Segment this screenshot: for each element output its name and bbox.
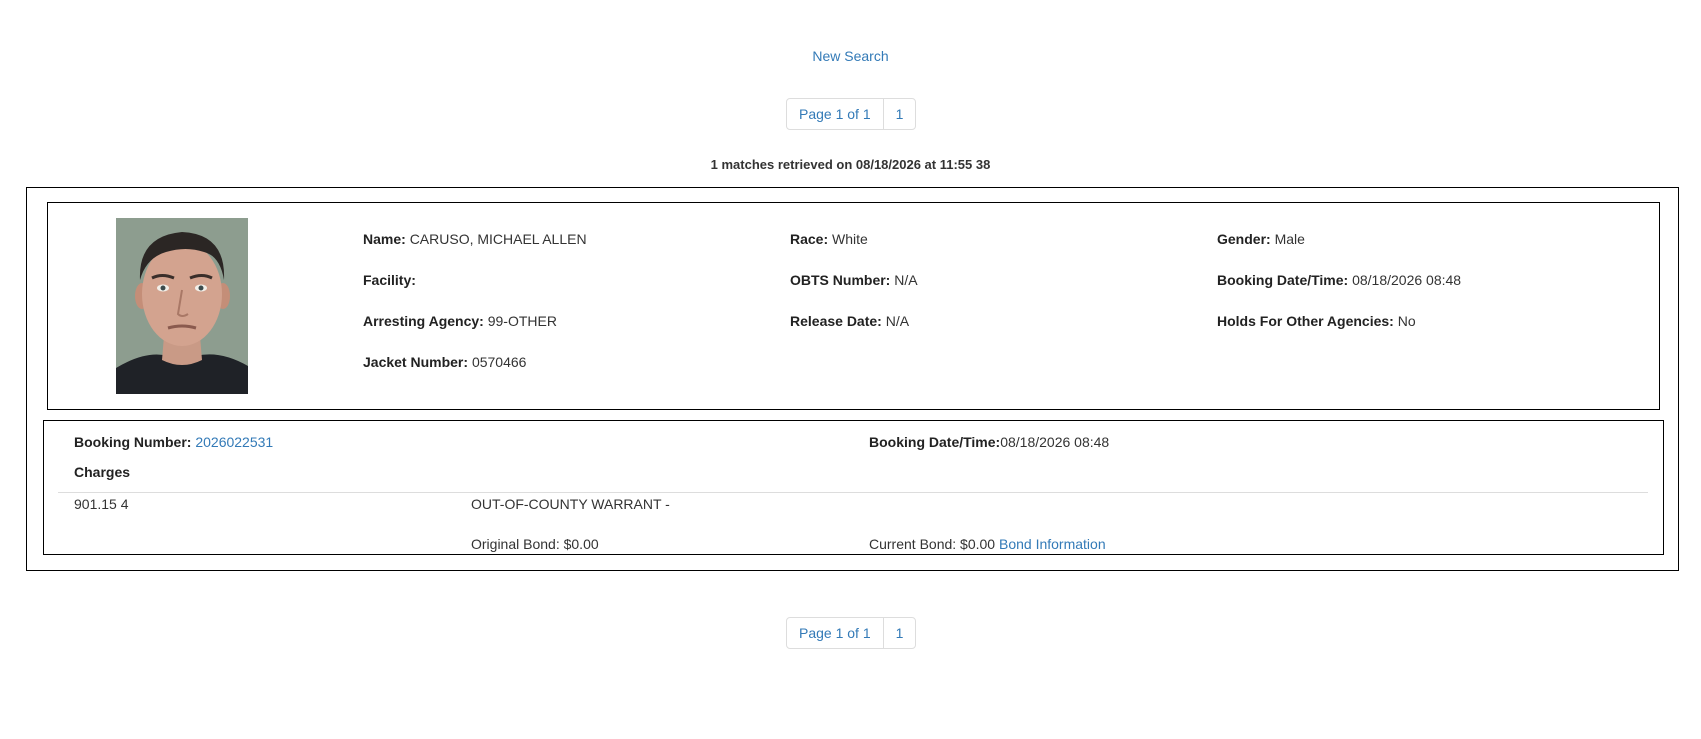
race-field: Race: White — [790, 231, 868, 247]
pagination-top: Page 1 of 1 1 — [786, 98, 917, 130]
page-indicator-bottom[interactable]: Page 1 of 1 — [787, 618, 883, 648]
original-bond: Original Bond: $0.00 — [471, 536, 599, 552]
facility-field: Facility: — [363, 272, 416, 288]
booking-number-field: Booking Number: 2026022531 — [74, 434, 273, 450]
name-field: Name: CARUSO, MICHAEL ALLEN — [363, 231, 587, 247]
name-label: Name: — [363, 231, 406, 247]
jacket-number-value: 0570466 — [471, 354, 527, 370]
booking-datetime-field: Booking Date/Time: 08/18/2026 08:48 — [1217, 272, 1461, 288]
arresting-agency-label: Arresting Agency: — [363, 313, 484, 329]
holds-label: Holds For Other Agencies: — [1217, 313, 1394, 329]
booking-datetime-value: 08/18/2026 08:48 — [1352, 272, 1462, 288]
page-indicator[interactable]: Page 1 of 1 — [787, 99, 883, 129]
obts-field: OBTS Number: N/A — [790, 272, 918, 288]
pagination-bottom: Page 1 of 1 1 — [786, 617, 917, 649]
facility-label: Facility: — [363, 272, 416, 288]
page-1-link-bottom[interactable]: 1 — [882, 618, 916, 648]
current-bond-row: Current Bond: $0.00 Bond Information — [869, 536, 1106, 552]
gender-value: Male — [1274, 231, 1305, 247]
booking-datetime-label: Booking Date/Time: — [1217, 272, 1349, 288]
booking-number-link[interactable]: 2026022531 — [195, 434, 273, 450]
booking-panel — [43, 420, 1664, 555]
name-value: CARUSO, MICHAEL ALLEN — [409, 231, 587, 247]
jacket-number-field: Jacket Number: 0570466 — [363, 354, 526, 370]
charge-description: OUT-OF-COUNTY WARRANT - — [471, 496, 670, 512]
new-search-link[interactable]: New Search — [812, 48, 888, 64]
charge-statute: 901.15 4 — [74, 496, 129, 512]
gender-field: Gender: Male — [1217, 231, 1305, 247]
holds-field: Holds For Other Agencies: No — [1217, 313, 1416, 329]
matches-summary: 1 matches retrieved on 08/18/2026 at 11:… — [710, 157, 991, 172]
charges-heading: Charges — [74, 464, 131, 480]
arresting-agency-field: Arresting Agency: 99-OTHER — [363, 313, 557, 329]
booking-panel-datetime-value: 08/18/2026 08:48 — [1000, 434, 1110, 450]
booking-panel-datetime-label: Booking Date/Time: — [869, 434, 1001, 450]
bond-information-link[interactable]: Bond Information — [999, 536, 1106, 552]
page-1-link[interactable]: 1 — [882, 99, 916, 129]
current-bond: Current Bond: $0.00 — [869, 536, 996, 552]
obts-value: N/A — [894, 272, 918, 288]
new-search-container: New Search — [0, 48, 1701, 64]
booking-number-label: Booking Number: — [74, 434, 192, 450]
inmate-photo — [116, 218, 248, 394]
release-date-value: N/A — [885, 313, 910, 329]
gender-label: Gender: — [1217, 231, 1271, 247]
release-date-label: Release Date: — [790, 313, 882, 329]
jacket-number-label: Jacket Number: — [363, 354, 469, 370]
race-label: Race: — [790, 231, 829, 247]
race-value: White — [832, 231, 868, 247]
arresting-agency-value: 99-OTHER — [487, 313, 557, 329]
booking-panel-datetime-field: Booking Date/Time:08/18/2026 08:48 — [869, 434, 1109, 450]
charges-divider — [58, 492, 1648, 493]
release-date-field: Release Date: N/A — [790, 313, 909, 329]
holds-value: No — [1397, 313, 1416, 329]
obts-label: OBTS Number: — [790, 272, 891, 288]
